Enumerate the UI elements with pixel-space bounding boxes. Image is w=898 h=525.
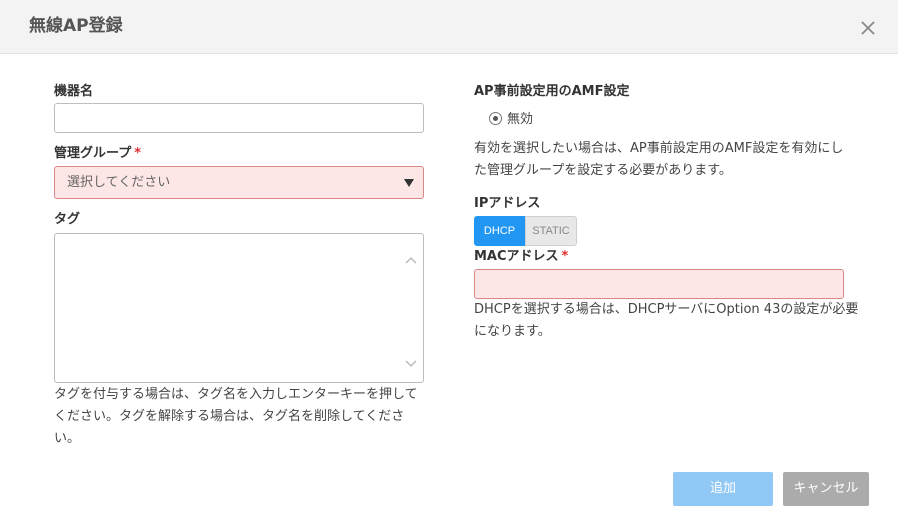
ip-static-button[interactable]: STATIC: [525, 216, 577, 246]
device-name-input[interactable]: [54, 103, 424, 133]
amf-help-line: 有効を選択したい場合は、AP事前設定用のAMF設定を有効にし: [474, 141, 844, 156]
ip-address-toggle: DHCP STATIC: [474, 216, 577, 246]
mac-address-label-text: MACアドレス: [474, 249, 559, 264]
mac-help-text: DHCPを選択する場合は、DHCPサーバにOption 43の設定が必要 になり…: [474, 299, 864, 343]
amf-setting-label: AP事前設定用のAMF設定: [474, 84, 630, 99]
mac-help-line: DHCPを選択する場合は、DHCPサーバにOption 43の設定が必要: [474, 302, 859, 317]
management-group-selected: 選択してください: [67, 175, 171, 190]
cancel-button[interactable]: キャンセル: [783, 472, 869, 506]
amf-help-text: 有効を選択したい場合は、AP事前設定用のAMF設定を有効にし た管理グループを設…: [474, 138, 854, 182]
radio-button-icon[interactable]: [489, 112, 502, 125]
radio-selected-dot: [493, 116, 498, 121]
close-icon[interactable]: [856, 16, 880, 40]
tags-help-line: ください。タグを解除する場合は、タグ名を削除してくださ: [54, 409, 405, 424]
dialog-header: 無線AP登録: [0, 0, 898, 54]
tags-help-line: タグを付与する場合は、タグ名を入力しエンターキーを押して: [54, 387, 418, 402]
management-group-select[interactable]: 選択してください: [54, 166, 424, 199]
ip-address-label: IPアドレス: [474, 196, 541, 211]
mac-address-label: MACアドレス *: [474, 248, 568, 266]
amf-disabled-label: 無効: [507, 112, 534, 127]
amf-help-line: た管理グループを設定する必要があります。: [474, 163, 732, 178]
required-mark: *: [561, 249, 569, 264]
ip-dhcp-button[interactable]: DHCP: [474, 216, 525, 246]
tags-help-line: い。: [54, 431, 81, 446]
management-group-label: 管理グループ *: [54, 145, 141, 163]
required-mark: *: [134, 146, 142, 161]
scroll-down-icon[interactable]: [404, 354, 418, 368]
tags-help-text: タグを付与する場合は、タグ名を入力しエンターキーを押して ください。タグを解除す…: [54, 384, 424, 450]
tags-textarea[interactable]: [54, 233, 424, 383]
management-group-label-text: 管理グループ: [54, 146, 132, 161]
scroll-up-icon[interactable]: [404, 250, 418, 264]
tags-label: タグ: [54, 212, 81, 227]
ap-register-dialog: 無線AP登録 機器名 管理グループ * 選択してください タグ タグを付与する場合…: [0, 0, 898, 525]
dropdown-arrow-icon: [404, 179, 414, 187]
mac-address-input[interactable]: [474, 269, 844, 299]
mac-help-line: になります。: [474, 324, 551, 339]
dialog-title: 無線AP登録: [29, 16, 123, 36]
add-button[interactable]: 追加: [673, 472, 773, 506]
device-name-label: 機器名: [54, 84, 94, 99]
